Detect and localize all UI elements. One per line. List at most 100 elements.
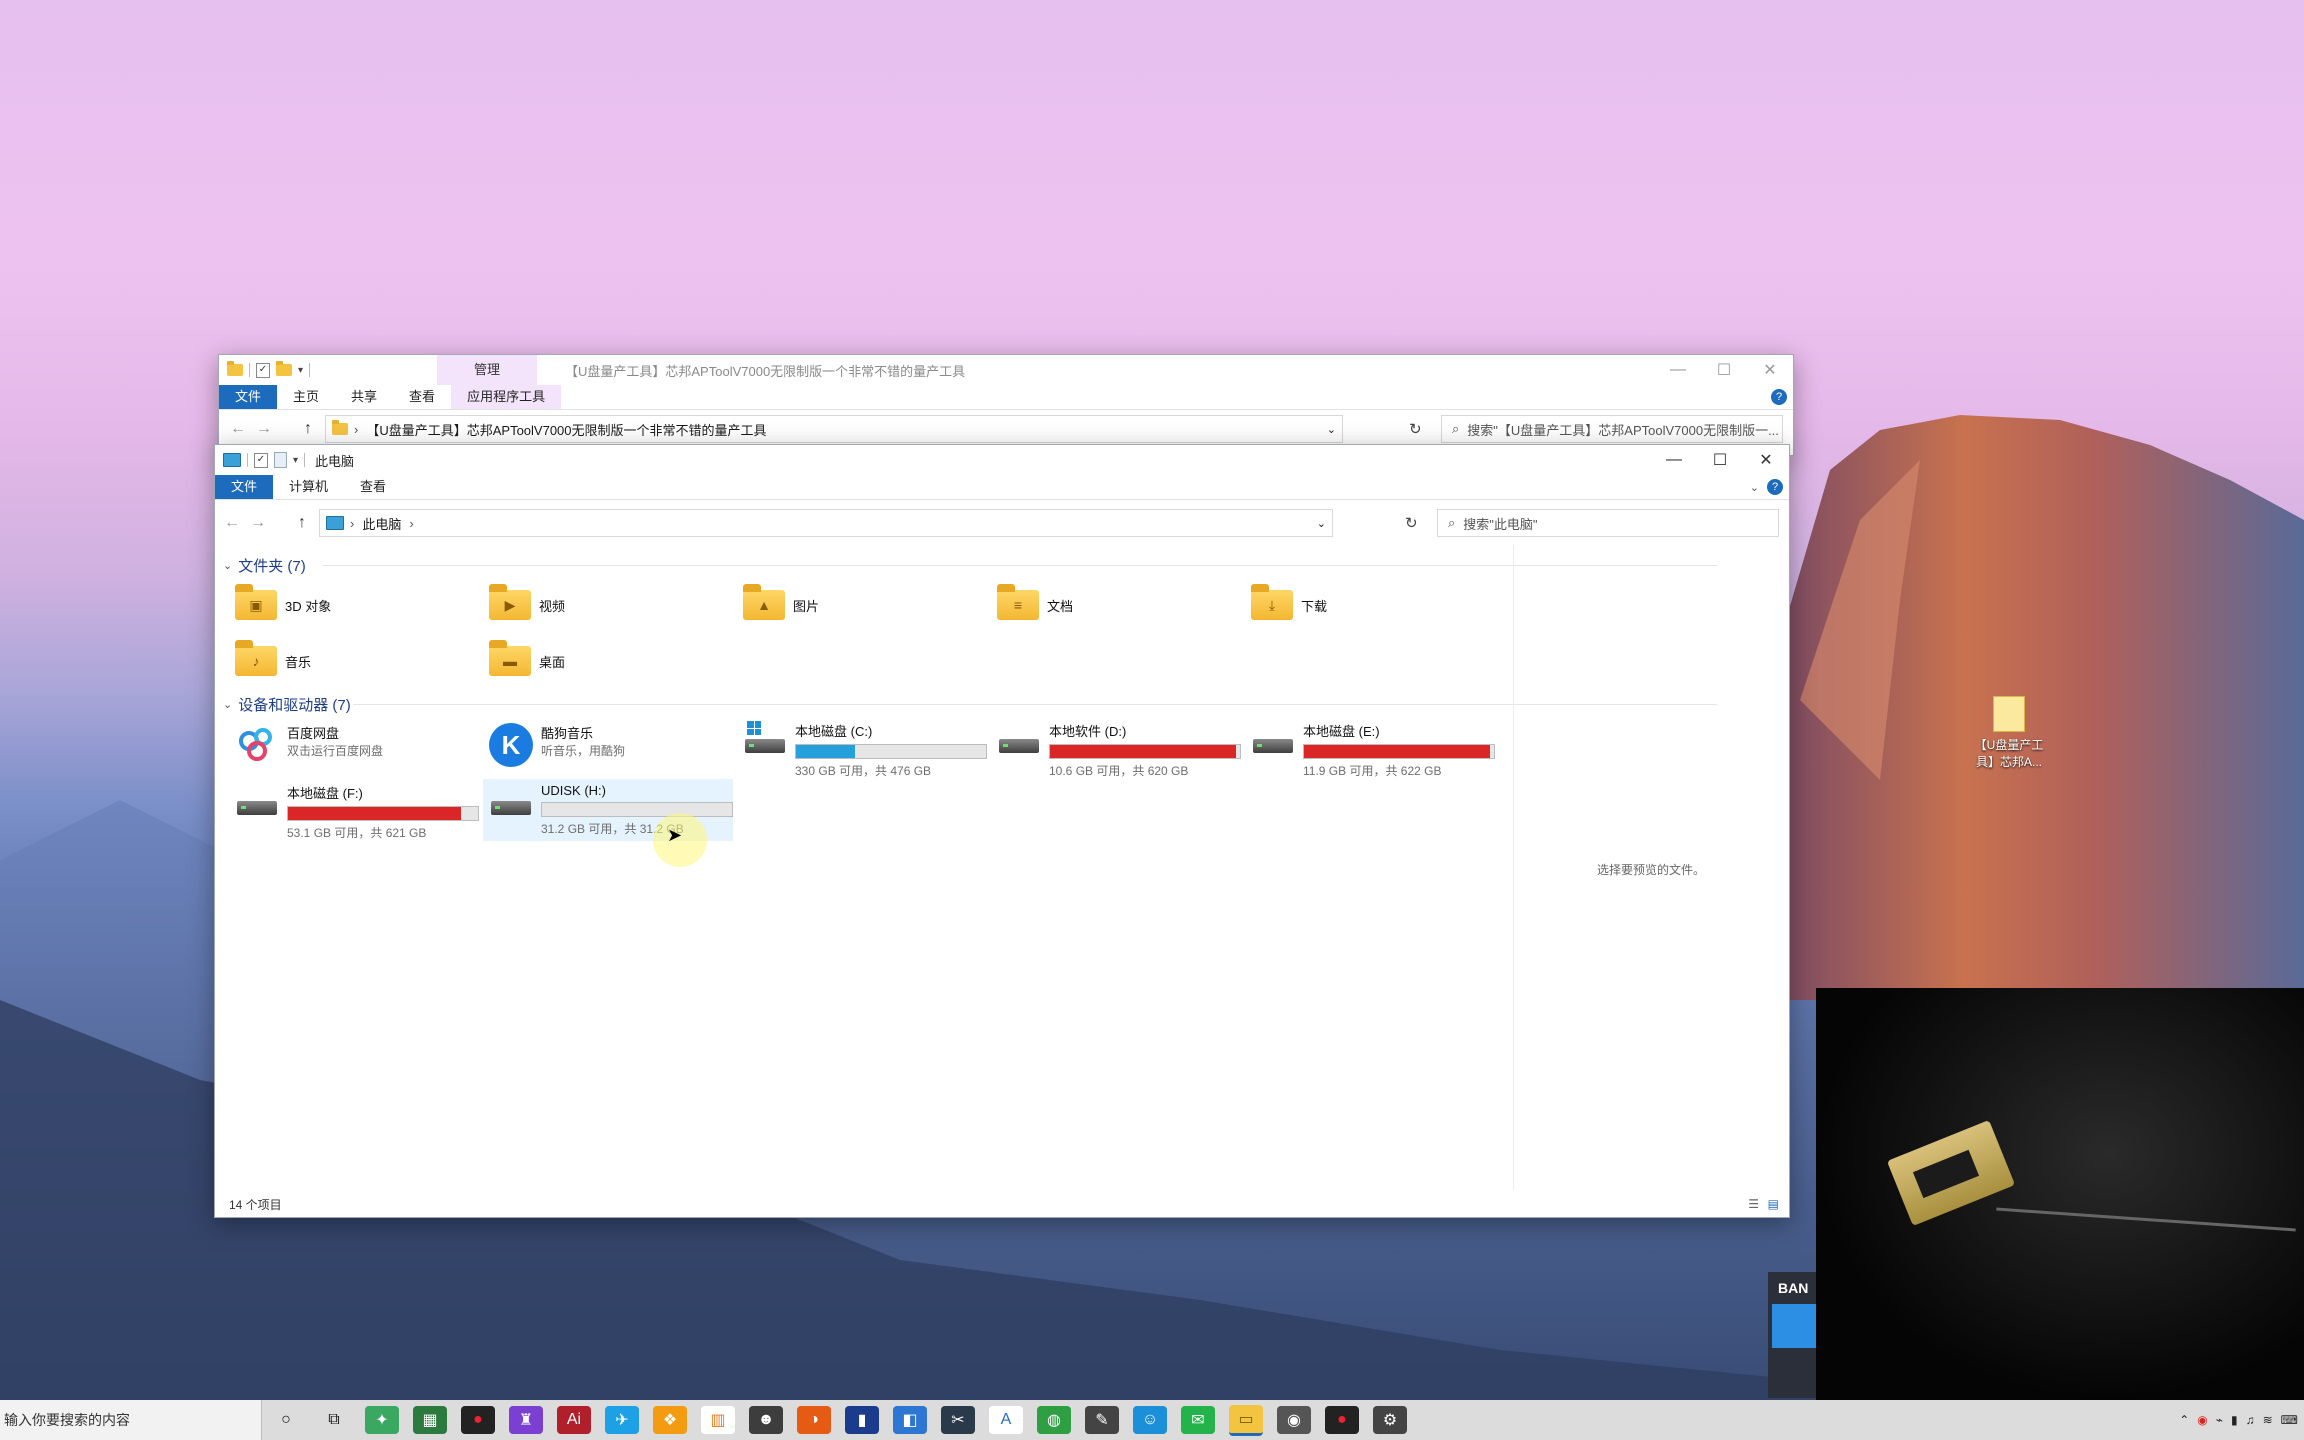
chevron-down-icon[interactable]: ⌄	[1750, 481, 1759, 494]
address-bar[interactable]: › 【U盘量产工具】芯邦APToolV7000无限制版一个非常不错的量产工具 ⌄	[325, 415, 1343, 443]
refresh-button[interactable]: ↻	[1405, 514, 1418, 532]
folder-item[interactable]: ▲ 图片	[743, 583, 819, 627]
minimize-button[interactable]: —	[1651, 445, 1697, 475]
folder-item[interactable]: ▣ 3D 对象	[235, 583, 331, 627]
app-icon[interactable]: ♜	[509, 1406, 543, 1434]
taskbar-search-input[interactable]: 输入你要搜索的内容	[0, 1400, 262, 1440]
drive-item[interactable]: 本地磁盘 (F:) 53.1 GB 可用，共 621 GB	[235, 783, 479, 840]
desktop-shortcut[interactable]: 【U盘量产工具】芯邦A...	[1974, 696, 2044, 770]
tiles-view-icon[interactable]: ▤	[1768, 1197, 1779, 1211]
properties-icon[interactable]: ✓	[254, 452, 268, 468]
network-icon[interactable]: ▮	[2231, 1413, 2238, 1427]
details-view-icon[interactable]: ☰	[1748, 1197, 1759, 1211]
app-item-baidu[interactable]: 百度网盘 双击运行百度网盘	[235, 723, 383, 779]
tab-view[interactable]: 查看	[393, 385, 451, 409]
search-input[interactable]: ⌕ 搜索"【U盘量产工具】芯邦APToolV7000无限制版一...	[1441, 415, 1783, 443]
app-icon[interactable]: ◑	[797, 1406, 831, 1434]
app-name: 酷狗音乐	[541, 726, 594, 741]
app-icon[interactable]: ❖	[653, 1406, 687, 1434]
help-icon[interactable]: ?	[1771, 389, 1787, 405]
cortana-icon[interactable]: ○	[269, 1406, 303, 1434]
volume-icon[interactable]: ♫	[2246, 1413, 2255, 1427]
bandicam-widget[interactable]: BAN	[1768, 1272, 1816, 1398]
usb-icon[interactable]: ⌁	[2216, 1413, 2223, 1427]
app-icon[interactable]: A	[989, 1406, 1023, 1434]
folder-item[interactable]: ▶ 视频	[489, 583, 565, 627]
folder-item[interactable]: ≡ 文档	[997, 583, 1073, 627]
devices-group-header[interactable]: ⌄ 设备和驱动器 (7)	[223, 694, 351, 715]
folders-group-header[interactable]: ⌄ 文件夹 (7)	[223, 555, 306, 576]
back-explorer-window[interactable]: ✓ ▾ 管理 【U盘量产工具】芯邦APToolV7000无限制版一个非常不错的量…	[218, 354, 1794, 456]
maximize-button[interactable]: ☐	[1697, 445, 1743, 475]
forward-button[interactable]: →	[245, 514, 271, 532]
back-button[interactable]: ←	[219, 514, 245, 532]
app-icon[interactable]: ◉	[1277, 1406, 1311, 1434]
tab-app-tools[interactable]: 应用程序工具	[451, 385, 562, 409]
tab-computer[interactable]: 计算机	[273, 475, 344, 499]
drive-item[interactable]: 本地磁盘 (C:) 330 GB 可用，共 476 GB	[743, 721, 987, 778]
app-item-kugou[interactable]: K 酷狗音乐 听音乐，用酷狗	[489, 723, 625, 779]
wifi-icon[interactable]: ≋	[2263, 1413, 2273, 1427]
record-icon[interactable]: ●	[1325, 1406, 1359, 1434]
input-method-icon[interactable]: ⌨	[2281, 1413, 2298, 1427]
chevron-down-icon[interactable]: ▾	[298, 365, 303, 376]
properties-icon[interactable]: ✓	[256, 362, 270, 378]
title-bar[interactable]: ✓ ▾ 此电脑 — ☐ ✕	[215, 445, 1789, 475]
picture-icon: ▲	[757, 597, 771, 613]
app-icon[interactable]: ✎	[1085, 1406, 1119, 1434]
task-view-icon[interactable]: ⧉	[317, 1406, 351, 1434]
help-icon[interactable]: ?	[1767, 479, 1783, 495]
app-icon[interactable]: ✈	[605, 1406, 639, 1434]
chart-app-icon[interactable]: ▥	[701, 1406, 735, 1434]
app-icon[interactable]: ✂	[941, 1406, 975, 1434]
record-icon[interactable]: ●	[461, 1406, 495, 1434]
context-tab-manage[interactable]: 管理	[437, 355, 537, 385]
taskbar: 输入你要搜索的内容 ○ ⧉ ✦ ▦ ● ♜ Ai ✈ ❖ ▥ ☻ ◑ ▮ ◧ ✂…	[0, 1400, 2304, 1440]
folder-item[interactable]: ▬ 桌面	[489, 639, 565, 683]
chevron-down-icon[interactable]: ▾	[293, 455, 298, 466]
film-icon[interactable]: ▮	[845, 1406, 879, 1434]
app-icon[interactable]: ◍	[1037, 1406, 1071, 1434]
app-icon[interactable]: Ai	[557, 1406, 591, 1434]
maximize-button[interactable]: ☐	[1701, 355, 1747, 385]
address-bar[interactable]: › 此电脑 › ⌄	[319, 509, 1333, 537]
tab-share[interactable]: 共享	[335, 385, 393, 409]
folder-item[interactable]: ♪ 音乐	[235, 639, 311, 683]
usb-tool-icon[interactable]: ⚙	[1373, 1406, 1407, 1434]
folder-item[interactable]: ⤓ 下载	[1251, 583, 1327, 627]
screen-record-button[interactable]	[1772, 1304, 1816, 1348]
app-icon[interactable]: ☻	[749, 1406, 783, 1434]
drive-item[interactable]: 本地磁盘 (E:) 11.9 GB 可用，共 622 GB	[1251, 721, 1495, 778]
chevron-down-icon[interactable]: ⌄	[1327, 423, 1336, 436]
app-icon[interactable]: ◧	[893, 1406, 927, 1434]
tab-file[interactable]: 文件	[219, 385, 278, 409]
chevron-down-icon[interactable]: ⌄	[1317, 517, 1326, 530]
app-icon[interactable]: ☺	[1133, 1406, 1167, 1434]
chevron-up-icon[interactable]: ⌃	[2179, 1413, 2189, 1427]
minimize-button[interactable]: —	[1655, 355, 1701, 385]
tab-view[interactable]: 查看	[344, 475, 402, 499]
search-input[interactable]: ⌕ 搜索"此电脑"	[1437, 509, 1779, 537]
record-indicator-icon[interactable]: ◉	[2197, 1413, 2207, 1427]
mouse-pointer-icon: ➤	[667, 825, 683, 845]
close-button[interactable]: ✕	[1747, 355, 1793, 385]
back-button[interactable]: ←	[225, 420, 251, 438]
file-icon	[1993, 696, 2025, 732]
up-button[interactable]: ↑	[295, 420, 321, 438]
this-pc-window[interactable]: ✓ ▾ 此电脑 — ☐ ✕ 文件 计算机 查看 ⌄ ? ← → ↑ › 此电脑 …	[214, 444, 1790, 1218]
title-bar[interactable]: ✓ ▾ 管理 【U盘量产工具】芯邦APToolV7000无限制版一个非常不错的量…	[219, 355, 1793, 385]
drive-item[interactable]: 本地软件 (D:) 10.6 GB 可用，共 620 GB	[997, 721, 1241, 778]
close-button[interactable]: ✕	[1743, 445, 1789, 475]
forward-button[interactable]: →	[251, 420, 277, 438]
new-folder-icon[interactable]	[276, 361, 292, 376]
app-icon[interactable]: ▦	[413, 1406, 447, 1434]
file-explorer-icon[interactable]: ▭	[1229, 1404, 1263, 1436]
tab-home[interactable]: 主页	[277, 385, 335, 409]
new-item-icon[interactable]	[274, 452, 287, 468]
app-icon[interactable]: ✦	[365, 1406, 399, 1434]
refresh-button[interactable]: ↻	[1409, 420, 1422, 438]
wechat-icon[interactable]: ✉	[1181, 1406, 1215, 1434]
document-icon: ≡	[1013, 597, 1023, 613]
tab-file[interactable]: 文件	[215, 475, 274, 499]
up-button[interactable]: ↑	[289, 514, 315, 532]
